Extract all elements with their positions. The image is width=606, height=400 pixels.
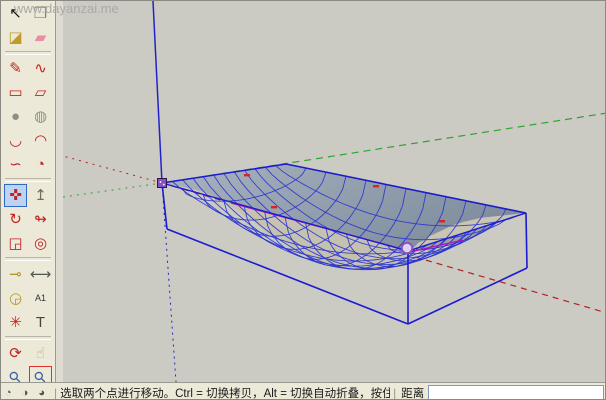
push-pull-tool-icon: ↥ (34, 187, 47, 204)
measurement-label: 距离 (401, 387, 425, 400)
toolbar-group-separator (5, 336, 51, 340)
pie-tool[interactable]: ◔ (29, 153, 52, 176)
tape-measure-tool[interactable]: ⊸ (4, 263, 27, 286)
scale-tool-icon: ◲ (8, 235, 23, 252)
two-point-arc-tool-icon: ◠ (33, 132, 48, 149)
3d-scene (63, 1, 605, 382)
status-separator: | (53, 385, 58, 400)
move-anchor-dot (162, 183, 165, 186)
rotated-rectangle-tool-icon: ▱ (34, 84, 47, 101)
move-tool-icon: ✜ (9, 187, 22, 204)
arc-tool-icon: ◡ (8, 132, 23, 149)
dimension-tool-icon: ⟷ (29, 266, 52, 283)
status-indicator-icons: ◔ ◑ ◕ (1, 387, 51, 399)
rotate-tool-icon: ↻ (9, 211, 22, 228)
offset-tool[interactable]: ◎ (29, 232, 52, 255)
3d-text-tool[interactable]: T (29, 311, 52, 334)
model-viewport[interactable] (63, 1, 605, 382)
red-inference-mark (373, 185, 379, 188)
tape-measure-tool-icon: ⊸ (9, 266, 22, 283)
rotate-tool[interactable]: ↻ (4, 208, 27, 231)
rotated-rectangle-tool[interactable]: ▱ (29, 81, 52, 104)
move-target-marker (400, 241, 414, 255)
toolbar-group-separator (5, 178, 51, 182)
box-bottom-edge (407, 267, 528, 325)
axes-tool[interactable]: ✳ (4, 311, 27, 334)
follow-me-tool[interactable]: ↬ (29, 208, 52, 231)
red-inference-mark (439, 220, 445, 223)
pie-tool-icon: ◔ (35, 156, 46, 173)
offset-tool-icon: ◎ (33, 235, 48, 252)
measurement-input[interactable] (428, 384, 604, 399)
text-tool[interactable]: A1 (29, 287, 52, 310)
protractor-tool-icon: ◶ (8, 290, 23, 307)
three-point-arc-tool-icon: ∽ (9, 156, 22, 173)
follow-me-tool-icon: ↬ (34, 211, 47, 228)
blue-axis (152, 1, 163, 184)
red-inference-mark (271, 206, 277, 209)
line-tool[interactable]: ✎ (4, 57, 27, 80)
move-tool[interactable]: ✜ (4, 184, 27, 207)
circle-tool[interactable]: ● (4, 105, 27, 128)
polygon-tool[interactable]: ◍ (29, 105, 52, 128)
move-anchor-dot (159, 181, 162, 183)
tool-palette: ↖ ❒ ◪ ▰ ✎ ∿ ▭ ▱ ● ◍ ◡ ◠ ∽ ◔ ✜ ↥ ↻ ↬ ◲ ◎ ⊸ ⟷ ◶ A1 ✳ T ⟳ ☝ ⚲ ⚲ (1, 1, 56, 389)
vcb-separator: | (393, 385, 397, 400)
line-tool-icon: ✎ (9, 60, 22, 77)
axes-tool-icon: ✳ (9, 314, 22, 331)
box-vertical-edge (161, 182, 168, 230)
pan-tool[interactable]: ☝ (29, 342, 52, 365)
toolbar-group-separator (5, 257, 51, 261)
eraser-tool[interactable]: ▰ (29, 26, 52, 49)
status-icon-model[interactable]: ◕ (38, 387, 45, 399)
arc-tool[interactable]: ◡ (4, 129, 27, 152)
orbit-tool-icon: ⟳ (9, 345, 22, 362)
move-anchor-marker (157, 178, 167, 188)
paint-bucket-tool-icon: ◪ (8, 29, 23, 46)
eraser-tool-icon: ▰ (34, 29, 47, 46)
red-inference-mark (244, 174, 250, 177)
dimension-tool[interactable]: ⟷ (29, 263, 52, 286)
toolbar-group-separator (5, 51, 51, 55)
paint-bucket-tool[interactable]: ◪ (4, 26, 27, 49)
red-axis-negative (63, 155, 163, 184)
status-icon-credit[interactable]: ◑ (22, 387, 29, 399)
green-axis-negative (63, 182, 163, 198)
freehand-tool-icon: ∿ (34, 60, 47, 77)
rectangle-tool[interactable]: ▭ (4, 81, 27, 104)
box-vertical-edge (525, 212, 528, 269)
freehand-tool[interactable]: ∿ (29, 57, 52, 80)
rectangle-tool-icon: ▭ (8, 84, 23, 101)
pan-tool-icon: ☝ (35, 345, 46, 362)
text-tool-icon: A1 (34, 293, 46, 303)
two-point-arc-tool[interactable]: ◠ (29, 129, 52, 152)
blue-axis-negative (161, 182, 177, 382)
status-bar: ◔ ◑ ◕ | 选取两个点进行移动。Ctrl = 切换拷贝，Alt = 切换自动折叠… (1, 382, 605, 400)
polygon-tool-icon: ◍ (33, 108, 48, 125)
status-icon-claim[interactable]: ◔ (5, 387, 12, 399)
protractor-tool[interactable]: ◶ (4, 287, 27, 310)
watermark-text: www.dayanzai.me (14, 1, 119, 16)
3d-text-tool-icon: T (35, 314, 46, 331)
status-hint-text: 选取两个点进行移动。Ctrl = 切换拷贝，Alt = 切换自动折叠，按住 Sh… (60, 387, 391, 400)
scale-tool[interactable]: ◲ (4, 232, 27, 255)
push-pull-tool[interactable]: ↥ (29, 184, 52, 207)
orbit-tool[interactable]: ⟳ (4, 342, 27, 365)
sketchup-window: ↖ ❒ ◪ ▰ ✎ ∿ ▭ ▱ ● ◍ ◡ ◠ ∽ ◔ ✜ ↥ ↻ ↬ ◲ ◎ ⊸ ⟷ ◶ A1 ✳ T ⟳ ☝ ⚲ ⚲ www.daya… (0, 0, 606, 400)
circle-tool-icon: ● (10, 108, 21, 125)
three-point-arc-tool[interactable]: ∽ (4, 153, 27, 176)
